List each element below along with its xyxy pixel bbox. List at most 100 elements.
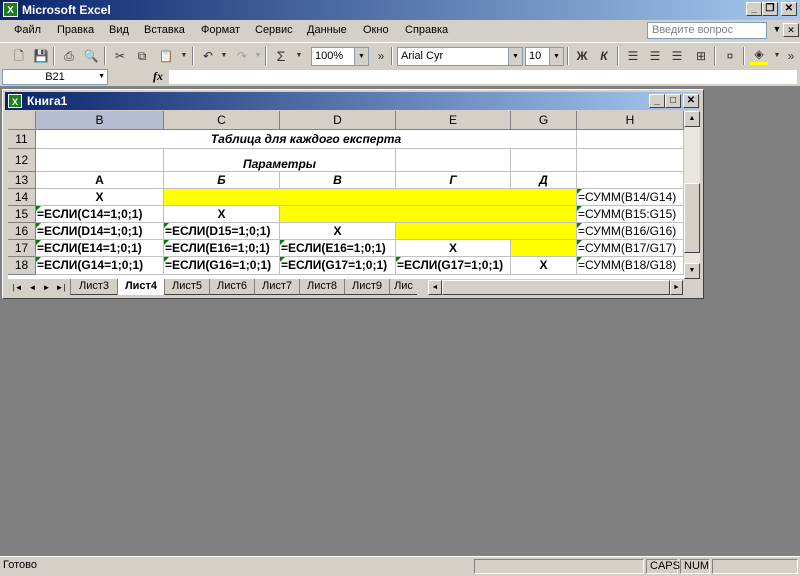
scroll-thumb-horizontal[interactable]: [442, 280, 670, 295]
cell-g18[interactable]: X: [511, 257, 577, 275]
cell-c18[interactable]: =ЕСЛИ(G16=1;0;1): [164, 257, 280, 275]
last-sheet-icon[interactable]: ►|: [54, 281, 67, 294]
align-right-icon[interactable]: ☰: [668, 47, 686, 65]
table-cell[interactable]: [36, 149, 164, 172]
more-buttons-icon[interactable]: »: [372, 47, 390, 65]
scroll-down-icon[interactable]: ▼: [684, 263, 700, 279]
table-cell[interactable]: [511, 149, 577, 172]
cell-b18[interactable]: =ЕСЛИ(G14=1;0;1): [36, 257, 164, 275]
column-header-e[interactable]: E: [396, 111, 511, 130]
table-cell[interactable]: [577, 172, 684, 189]
cell-h17[interactable]: =СУММ(B17/G17): [577, 240, 684, 257]
next-sheet-icon[interactable]: ►: [40, 281, 53, 294]
param-header-v[interactable]: В: [280, 172, 396, 189]
scroll-thumb[interactable]: [684, 183, 700, 253]
scroll-right-icon[interactable]: ►: [670, 280, 683, 295]
cell-d18[interactable]: =ЕСЛИ(G17=1;0;1): [280, 257, 396, 275]
workbook-maximize-button[interactable]: □: [665, 94, 681, 108]
cell-b16[interactable]: =ЕСЛИ(D14=1;0;1): [36, 223, 164, 240]
row-header-14[interactable]: 14: [8, 189, 36, 206]
sheet-tab-5[interactable]: Лист5: [164, 279, 209, 295]
currency-icon[interactable]: ¤: [721, 47, 739, 65]
workbook-close-button[interactable]: ✕: [683, 94, 699, 108]
print-icon[interactable]: ⎙: [60, 47, 78, 65]
font-select[interactable]: Arial Cyr ▼: [397, 47, 523, 66]
merge-center-icon[interactable]: ⊞: [692, 47, 710, 65]
menu-insert[interactable]: Вставка: [144, 24, 185, 36]
cell-e17[interactable]: X: [396, 240, 511, 257]
autosum-icon[interactable]: Σ: [272, 47, 290, 65]
row-header-17[interactable]: 17: [8, 240, 36, 257]
row-header-16[interactable]: 16: [8, 223, 36, 240]
italic-button[interactable]: К: [595, 47, 613, 65]
more-buttons-icon[interactable]: »: [782, 47, 800, 65]
column-header-d[interactable]: D: [280, 111, 396, 130]
param-header-d[interactable]: Д: [511, 172, 577, 189]
align-center-icon[interactable]: ☰: [646, 47, 664, 65]
scroll-left-icon[interactable]: ◄: [428, 280, 442, 295]
param-header-b[interactable]: Б: [164, 172, 280, 189]
highlighted-cells[interactable]: [511, 240, 577, 257]
minimize-button[interactable]: _: [746, 2, 762, 16]
cell-h15[interactable]: =СУММ(B15:G15): [577, 206, 684, 223]
prev-sheet-icon[interactable]: ◄: [26, 281, 39, 294]
column-header-c[interactable]: C: [164, 111, 280, 130]
column-header-b[interactable]: B: [36, 111, 164, 130]
column-header-g[interactable]: G: [511, 111, 577, 130]
param-header-a[interactable]: А: [36, 172, 164, 189]
name-box[interactable]: B21 ▼: [2, 69, 108, 85]
params-title-cell[interactable]: Параметры: [164, 149, 396, 172]
workbook-minimize-button[interactable]: _: [649, 94, 665, 108]
table-title-cell[interactable]: Таблица для каждого експерта: [36, 130, 577, 149]
ask-dropdown-icon[interactable]: ▼: [772, 23, 782, 37]
first-sheet-icon[interactable]: |◄: [11, 281, 24, 294]
sheet-tab-6[interactable]: Лист6: [209, 279, 254, 295]
menu-format[interactable]: Формат: [201, 24, 240, 36]
row-header-18[interactable]: 18: [8, 257, 36, 275]
row-header-15[interactable]: 15: [8, 206, 36, 223]
menu-file[interactable]: Файл: [14, 24, 41, 36]
undo-dropdown-icon[interactable]: ▼: [215, 47, 233, 65]
print-preview-icon[interactable]: 🔍: [82, 47, 100, 65]
row-header-13[interactable]: 13: [8, 172, 36, 189]
chevron-down-icon[interactable]: ▼: [549, 48, 563, 65]
ask-question-input[interactable]: Введите вопрос: [647, 22, 767, 39]
cell-h18[interactable]: =СУММ(B18/G18): [577, 257, 684, 275]
vertical-scrollbar[interactable]: ▲ ▼: [684, 111, 700, 279]
chevron-down-icon[interactable]: ▼: [508, 48, 522, 65]
paste-icon[interactable]: 📋: [157, 47, 175, 65]
row-header-12[interactable]: 12: [8, 149, 36, 172]
param-header-g[interactable]: Г: [396, 172, 511, 189]
menu-help[interactable]: Справка: [405, 24, 448, 36]
new-icon[interactable]: 🗋: [10, 47, 28, 65]
insert-function-icon[interactable]: fx: [153, 69, 163, 84]
cell-e18[interactable]: =ЕСЛИ(G17=1;0;1): [396, 257, 511, 275]
menu-tools[interactable]: Сервис: [255, 24, 293, 36]
font-size-select[interactable]: 10 ▼: [525, 47, 564, 66]
cell-h14[interactable]: =СУММ(B14/G14): [577, 189, 684, 206]
sheet-tab-4[interactable]: Лист4: [117, 279, 164, 295]
cell-b17[interactable]: =ЕСЛИ(E14=1;0;1): [36, 240, 164, 257]
select-all-corner[interactable]: [8, 111, 36, 130]
chevron-down-icon[interactable]: ▼: [354, 48, 368, 65]
sheet-tab-7[interactable]: Лист7: [254, 279, 299, 295]
cut-icon[interactable]: ✂: [111, 47, 129, 65]
column-header-h[interactable]: H: [577, 111, 684, 130]
bold-button[interactable]: Ж: [573, 47, 591, 65]
menu-view[interactable]: Вид: [109, 24, 129, 36]
fill-color-icon[interactable]: ◈: [750, 47, 768, 65]
cell-c16[interactable]: =ЕСЛИ(D15=1;0;1): [164, 223, 280, 240]
paste-dropdown-icon[interactable]: ▼: [175, 47, 193, 65]
zoom-select[interactable]: 100% ▼: [311, 47, 369, 66]
horizontal-scrollbar[interactable]: ◄ ►: [428, 280, 683, 295]
chevron-down-icon[interactable]: ▼: [98, 70, 105, 84]
copy-icon[interactable]: ⧉: [133, 47, 151, 65]
highlighted-cells[interactable]: [164, 189, 577, 206]
cell-h16[interactable]: =СУММ(B16/G16): [577, 223, 684, 240]
highlighted-cells[interactable]: [396, 223, 577, 240]
workbook-close-button[interactable]: ✕: [783, 23, 799, 37]
table-cell[interactable]: [396, 149, 511, 172]
align-left-icon[interactable]: ☰: [624, 47, 642, 65]
row-header-11[interactable]: 11: [8, 130, 36, 149]
scroll-up-icon[interactable]: ▲: [684, 111, 700, 127]
